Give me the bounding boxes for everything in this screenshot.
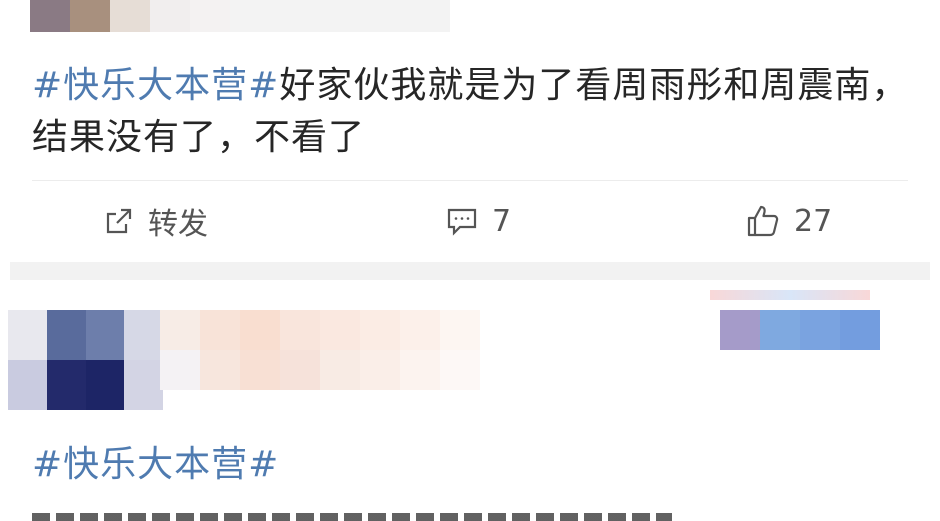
post2-hashtag-link[interactable]: #快乐大本营# <box>32 444 279 485</box>
post2-blurred-top-strip <box>710 290 870 300</box>
comment-count: 7 <box>492 203 512 239</box>
post1-text-body: 好家伙我就是为了看周雨彤和周震南， <box>279 65 909 106</box>
post2-text-cut-off <box>32 513 672 521</box>
comment-button[interactable]: 7 <box>446 197 511 245</box>
comment-bubble-icon <box>446 206 478 236</box>
post1-text-line2: 结果没有了，不看了 <box>32 117 366 158</box>
post2-badge-blurred <box>720 310 880 350</box>
like-count: 27 <box>794 203 833 239</box>
repost-button[interactable]: 转发 <box>104 197 208 245</box>
post1-author-blurred <box>30 0 450 32</box>
post2-username-blurred <box>160 310 520 390</box>
post1-text-line1: #快乐大本营#好家伙我就是为了看周雨彤和周震南， <box>32 58 908 113</box>
post1-divider <box>32 180 908 181</box>
post2-avatar-blurred <box>8 310 163 410</box>
feed-separator <box>10 262 930 280</box>
share-box-icon <box>104 206 134 236</box>
like-button[interactable]: 27 <box>746 197 832 245</box>
repost-label: 转发 <box>148 207 208 242</box>
post2-text-line1: #快乐大本营# <box>32 437 279 492</box>
thumbs-up-icon <box>746 204 780 238</box>
post1-hashtag-link[interactable]: #快乐大本营# <box>32 65 279 106</box>
